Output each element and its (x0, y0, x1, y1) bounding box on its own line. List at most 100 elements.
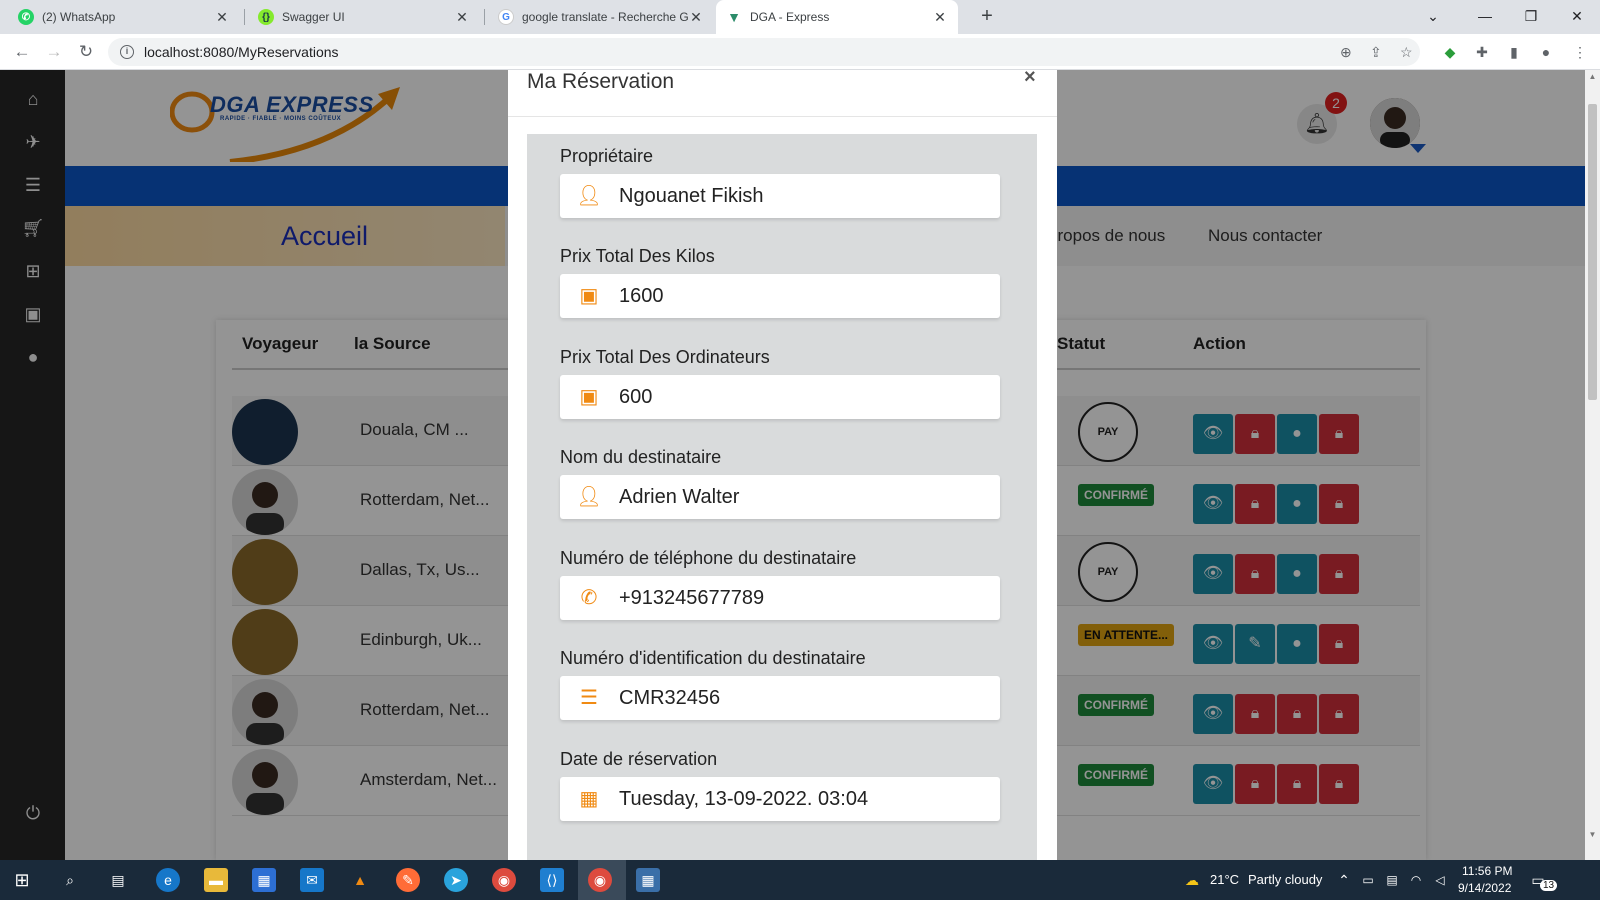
new-tab-button[interactable]: + (976, 6, 998, 28)
page-scrollbar[interactable]: ▲ ▼ (1585, 70, 1600, 860)
side-panel-icon[interactable]: ▮ (1504, 42, 1524, 62)
reservation-date-value: Tuesday, 13-09-2022. 03:04 (619, 788, 869, 810)
puzzle-icon[interactable]: ✚ (1472, 42, 1492, 62)
tab-search-icon[interactable]: ⌄ (1410, 0, 1456, 34)
recipient-id-value: CMR32456 (619, 687, 721, 709)
telegram-icon[interactable]: ➤ (444, 868, 468, 892)
file-explorer-icon[interactable]: ▬ (204, 868, 228, 892)
vscode-icon[interactable]: ⟨⟩ (540, 868, 564, 892)
id-card-icon: ☰ (580, 687, 598, 709)
field-label-recipient-id: Numéro d'identification du destinataire (560, 648, 866, 668)
close-window-button[interactable]: ✕ (1554, 0, 1600, 34)
field-label-kilo-price: Prix Total Des Kilos (560, 246, 715, 266)
tab-swagger[interactable]: {} Swagger UI ✕ (248, 0, 480, 34)
url-text: localhost:8080/MyReservations (144, 44, 339, 60)
weather-temp: 21°C (1210, 872, 1240, 887)
chrome-icon[interactable]: ◉ (492, 868, 516, 892)
reservation-date-field[interactable]: ▦ Tuesday, 13-09-2022. 03:04 (560, 777, 1000, 821)
close-icon[interactable]: × (1024, 70, 1036, 89)
share-icon[interactable]: ⇪ (1370, 38, 1382, 66)
computer-price-value: 600 (619, 386, 653, 408)
restore-button[interactable]: ❐ (1508, 0, 1554, 34)
calculator-icon[interactable]: ▦ (636, 868, 660, 892)
profile-icon[interactable]: ● (1536, 42, 1556, 62)
modal-title: Ma Réservation (527, 70, 675, 93)
os-taskbar: ⊞ ⌕ ▤ e ▬ ▦ ✉ ▲ ✎ ➤ ◉ ⟨⟩ ◉ ▦ ☁ 21°C Part… (0, 860, 1600, 900)
recipient-id-field[interactable]: ☰ CMR32456 (560, 676, 1000, 720)
weather-icon[interactable]: ☁ (1180, 868, 1204, 892)
left-sidebar: ⌂ ✈ ☰ 🛒︎ ⊞ ▣ ● ⏻ (0, 70, 65, 860)
field-label-computer-price: Prix Total Des Ordinateurs (560, 347, 770, 367)
more-menu-icon[interactable]: ⋮ (1570, 42, 1590, 62)
notification-count-badge: 13 (1540, 880, 1558, 891)
vlc-icon[interactable]: ▲ (348, 868, 372, 892)
bookmark-star-icon[interactable]: ☆ (1400, 38, 1413, 66)
store-icon[interactable]: ▦ (252, 868, 276, 892)
mail-icon[interactable]: ✉ (300, 868, 324, 892)
address-bar: ← → ↻ i localhost:8080/MyReservations ⊕ … (0, 34, 1600, 70)
user-icon: 👤︎ (576, 185, 602, 207)
weather-desc: Partly cloudy (1248, 872, 1323, 887)
site-info-icon[interactable]: i (120, 45, 134, 59)
list-icon[interactable]: ☰ (20, 172, 46, 198)
windows-start-icon[interactable]: ⊞ (10, 868, 34, 892)
tab-separator (484, 9, 485, 25)
chevron-up-icon[interactable]: ⌃ (1336, 868, 1352, 892)
modal-body: Propriétaire 👤︎ Ngouanet Fikish Prix Tot… (527, 134, 1037, 860)
chat-icon[interactable]: ● (20, 344, 46, 370)
recipient-name-value: Adrien Walter (619, 486, 740, 508)
display-icon[interactable]: ▭ (1358, 868, 1378, 892)
clock-time[interactable]: 11:56 PM (1462, 864, 1512, 878)
scroll-up-arrow-icon[interactable]: ▲ (1588, 72, 1597, 81)
reservation-modal: Ma Réservation × Propriétaire 👤︎ Ngouane… (508, 70, 1057, 860)
cart-plus-icon[interactable]: ⊞ (20, 258, 46, 284)
close-icon[interactable]: ✕ (688, 9, 704, 26)
owner-field[interactable]: 👤︎ Ngouanet Fikish (560, 174, 1000, 218)
url-field[interactable]: i localhost:8080/MyReservations ⊕ ⇪ ☆ (108, 38, 1420, 66)
home-icon[interactable]: ⌂ (20, 86, 46, 112)
tab-whatsapp[interactable]: ✆ (2) WhatsApp ✕ (8, 0, 240, 34)
calendar-icon: ▦ (579, 788, 599, 810)
tab-google-translate[interactable]: G google translate - Recherche Go ✕ (488, 0, 714, 34)
zoom-icon[interactable]: ⊕ (1340, 38, 1352, 66)
recipient-phone-field[interactable]: ✆ +913245677789 (560, 576, 1000, 620)
search-icon[interactable]: ⌕ (58, 868, 82, 892)
edge-icon[interactable]: e (156, 868, 180, 892)
plane-icon[interactable]: ✈ (20, 129, 46, 155)
reload-icon[interactable]: ↻ (74, 40, 98, 64)
minimize-button[interactable]: — (1462, 0, 1508, 34)
tab-separator (244, 9, 245, 25)
tab-dga-express[interactable]: ▼ DGA - Express ✕ (716, 0, 958, 34)
keyboard-icon[interactable]: ▤ (1382, 868, 1402, 892)
money-icon[interactable]: ▣ (20, 301, 46, 327)
scrollbar-thumb[interactable] (1588, 104, 1597, 400)
close-icon[interactable]: ✕ (214, 9, 230, 26)
scroll-down-arrow-icon[interactable]: ▼ (1588, 830, 1597, 839)
cart-icon[interactable]: 🛒︎ (20, 215, 46, 241)
kilo-price-value: 1600 (619, 285, 664, 307)
clock-date[interactable]: 9/14/2022 (1458, 881, 1511, 895)
money-icon: ▣ (579, 386, 599, 408)
close-icon[interactable]: ✕ (932, 9, 948, 26)
power-icon[interactable]: ⏻ (20, 800, 46, 826)
close-icon[interactable]: ✕ (454, 9, 470, 26)
field-label-recipient-phone: Numéro de téléphone du destinataire (560, 548, 857, 568)
owner-value: Ngouanet Fikish (619, 185, 764, 207)
back-arrow-icon[interactable]: ← (10, 40, 34, 64)
forward-arrow-icon[interactable]: → (42, 40, 66, 64)
phone-icon: ✆ (580, 587, 598, 609)
volume-icon[interactable]: ◁ (1430, 868, 1450, 892)
tab-label: DGA - Express (750, 10, 830, 24)
tab-label: (2) WhatsApp (42, 10, 116, 24)
postman-icon[interactable]: ✎ (396, 868, 420, 892)
wifi-icon[interactable]: ◠ (1406, 868, 1426, 892)
kilo-price-field[interactable]: ▣ 1600 (560, 274, 1000, 318)
computer-price-field[interactable]: ▣ 600 (560, 375, 1000, 419)
tab-label: Swagger UI (282, 10, 345, 24)
extension-icon[interactable]: ◆ (1440, 42, 1460, 62)
chrome-icon[interactable]: ◉ (588, 868, 612, 892)
money-icon: ▣ (579, 285, 599, 307)
task-view-icon[interactable]: ▤ (106, 868, 130, 892)
vue-icon: ▼ (727, 9, 741, 25)
recipient-name-field[interactable]: 👤︎ Adrien Walter (560, 475, 1000, 519)
